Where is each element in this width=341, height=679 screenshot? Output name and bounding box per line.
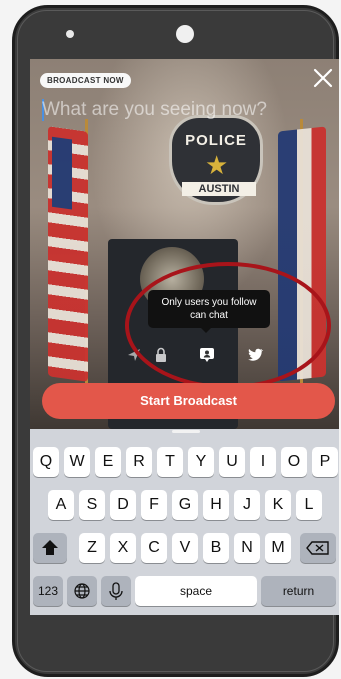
key-b[interactable]: B bbox=[203, 533, 229, 563]
key-s[interactable]: S bbox=[79, 490, 105, 520]
badge-text: POLICE bbox=[185, 132, 247, 149]
key-t[interactable]: T bbox=[157, 447, 183, 477]
key-g[interactable]: G bbox=[172, 490, 198, 520]
police-badge-sign: POLICE ★ AUSTIN bbox=[169, 115, 263, 205]
return-key[interactable]: return bbox=[261, 576, 336, 606]
star-icon: ★ bbox=[205, 150, 229, 180]
key-l[interactable]: L bbox=[296, 490, 322, 520]
key-x[interactable]: X bbox=[110, 533, 136, 563]
close-icon[interactable] bbox=[312, 67, 334, 89]
key-j[interactable]: J bbox=[234, 490, 260, 520]
key-z[interactable]: Z bbox=[79, 533, 105, 563]
badge-text: AUSTIN bbox=[182, 182, 256, 196]
dictation-key[interactable] bbox=[101, 576, 131, 606]
key-m[interactable]: M bbox=[265, 533, 291, 563]
shift-icon bbox=[42, 540, 58, 555]
sensor-dot bbox=[66, 30, 74, 38]
key-d[interactable]: D bbox=[110, 490, 136, 520]
key-i[interactable]: I bbox=[250, 447, 276, 477]
front-camera bbox=[176, 25, 194, 43]
key-f[interactable]: F bbox=[141, 490, 167, 520]
flag-canton bbox=[52, 136, 72, 210]
us-flag bbox=[48, 126, 88, 382]
key-e[interactable]: E bbox=[95, 447, 121, 477]
key-h[interactable]: H bbox=[203, 490, 229, 520]
onscreen-keyboard: Q W E R T Y U I O P A S D F G H J K L Z … bbox=[30, 429, 339, 615]
broadcast-now-badge: BROADCAST NOW bbox=[40, 73, 131, 88]
key-v[interactable]: V bbox=[172, 533, 198, 563]
key-w[interactable]: W bbox=[64, 447, 90, 477]
key-o[interactable]: O bbox=[281, 447, 307, 477]
broadcast-screen: POLICE ★ AUSTIN BROADCAST NOW What are y… bbox=[30, 59, 339, 615]
key-u[interactable]: U bbox=[219, 447, 245, 477]
broadcast-title-input[interactable]: What are you seeing now? bbox=[42, 97, 292, 123]
key-r[interactable]: R bbox=[126, 447, 152, 477]
globe-icon bbox=[74, 583, 90, 599]
start-broadcast-button[interactable]: Start Broadcast bbox=[42, 383, 335, 419]
globe-key[interactable] bbox=[67, 576, 97, 606]
key-c[interactable]: C bbox=[141, 533, 167, 563]
key-a[interactable]: A bbox=[48, 490, 74, 520]
microphone-icon bbox=[109, 582, 123, 600]
keyboard-handle bbox=[172, 430, 200, 433]
shift-key[interactable] bbox=[33, 533, 67, 563]
key-p[interactable]: P bbox=[312, 447, 338, 477]
key-k[interactable]: K bbox=[265, 490, 291, 520]
key-q[interactable]: Q bbox=[33, 447, 59, 477]
backspace-icon bbox=[306, 541, 329, 555]
backspace-key[interactable] bbox=[300, 533, 336, 563]
space-key[interactable]: space bbox=[135, 576, 257, 606]
key-y[interactable]: Y bbox=[188, 447, 214, 477]
annotation-highlight-ellipse bbox=[125, 262, 331, 389]
key-n[interactable]: N bbox=[234, 533, 260, 563]
numbers-key[interactable]: 123 bbox=[33, 576, 63, 606]
